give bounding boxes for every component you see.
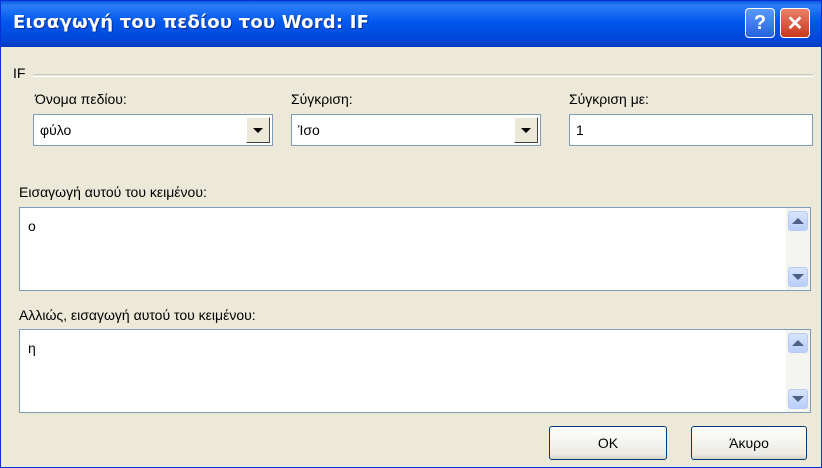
comparison-value: Ίσο <box>298 122 320 138</box>
dialog-window: Εισαγωγή του πεδίου του Word: IF ? ✕ IF … <box>0 0 822 468</box>
compare-to-input[interactable]: 1 <box>569 114 813 146</box>
arrow-down-icon <box>792 396 804 402</box>
help-button[interactable]: ? <box>745 8 775 38</box>
otherwise-text-value: η <box>28 340 36 356</box>
otherwise-text-label: Αλλιώς, εισαγωγή αυτού του κειμένου: <box>19 307 256 323</box>
scroll-up-button[interactable] <box>788 211 808 231</box>
compare-to-value: 1 <box>576 122 584 138</box>
scroll-up-button[interactable] <box>788 333 808 353</box>
close-button[interactable]: ✕ <box>780 8 810 38</box>
ok-button[interactable]: OK <box>549 426 667 460</box>
insert-text-label: Εισαγωγή αυτού του κειμένου: <box>19 184 207 200</box>
field-name-value: φύλο <box>40 122 72 138</box>
field-name-label: Όνομα πεδίου: <box>35 91 127 107</box>
group-label: IF <box>13 65 26 81</box>
arrow-down-icon <box>792 274 804 280</box>
field-name-dropdown[interactable]: φύλο <box>33 114 273 146</box>
arrow-up-icon <box>792 218 804 224</box>
cancel-button[interactable]: Άκυρο <box>691 426 807 460</box>
comparison-label: Σύγκριση: <box>291 91 353 107</box>
vertical-scrollbar[interactable] <box>786 208 810 290</box>
chevron-down-icon <box>253 127 263 133</box>
scroll-down-button[interactable] <box>788 267 808 287</box>
field-name-dropdown-button[interactable] <box>246 117 270 143</box>
chevron-down-icon <box>521 127 531 133</box>
close-icon: ✕ <box>786 12 804 35</box>
scroll-down-button[interactable] <box>788 389 808 409</box>
comparison-dropdown[interactable]: Ίσο <box>291 114 541 146</box>
title-bar[interactable]: Εισαγωγή του πεδίου του Word: IF ? ✕ <box>1 1 821 47</box>
insert-text-area[interactable]: ο <box>19 207 811 291</box>
help-icon: ? <box>753 11 767 34</box>
arrow-up-icon <box>792 340 804 346</box>
comparison-dropdown-button[interactable] <box>514 117 538 143</box>
insert-text-value: ο <box>28 218 36 234</box>
otherwise-text-area[interactable]: η <box>19 329 811 413</box>
group-separator <box>33 74 813 77</box>
compare-to-label: Σύγκριση με: <box>569 91 649 107</box>
dialog-title: Εισαγωγή του πεδίου του Word: IF <box>13 12 370 33</box>
vertical-scrollbar[interactable] <box>786 330 810 412</box>
